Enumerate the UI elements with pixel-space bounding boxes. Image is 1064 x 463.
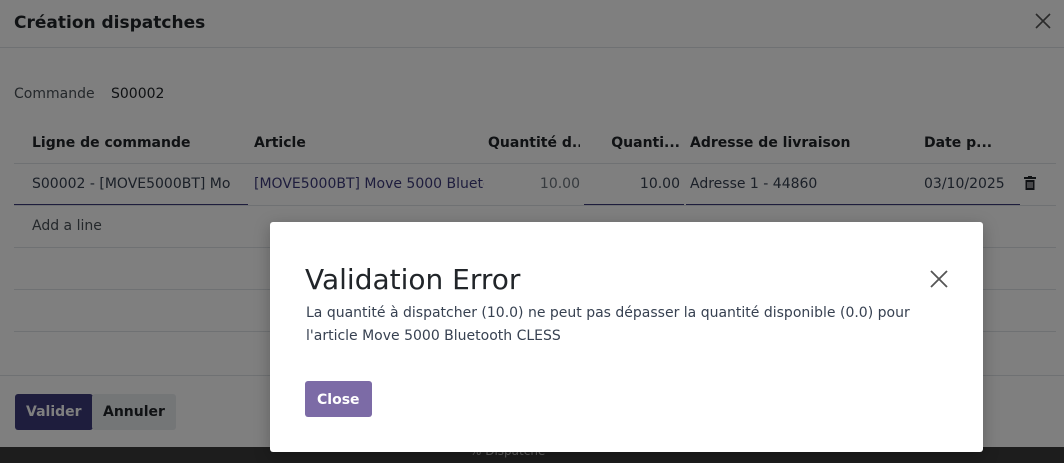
close-button[interactable]: Close — [305, 381, 372, 417]
close-icon[interactable] — [928, 268, 950, 290]
modal-message: La quantité à dispatcher (10.0) ne peut … — [306, 305, 910, 344]
modal-title: Validation Error — [305, 263, 521, 296]
validation-error-modal: Validation Error La quantité à dispatche… — [270, 222, 983, 452]
